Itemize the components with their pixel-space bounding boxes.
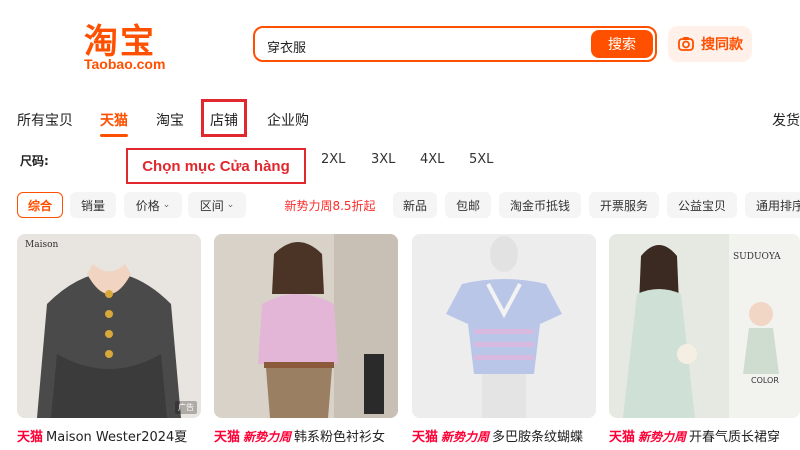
product-title[interactable]: 天猫 新势力周 韩系粉色衬衫女 xyxy=(214,426,400,445)
product-title-text: 多巴胺条纹蝴蝶 xyxy=(492,430,584,445)
search-bar: 搜索 xyxy=(253,26,657,62)
tab-shipping[interactable]: 发货 xyxy=(772,110,800,130)
product-image[interactable]: SUDUOYA COLOR xyxy=(609,234,800,418)
promo-badge: 新势力周 xyxy=(441,430,490,444)
filter-new[interactable]: 新品 xyxy=(393,192,437,218)
camera-icon xyxy=(678,37,694,51)
filter-invoice[interactable]: 开票服务 xyxy=(589,192,659,218)
product-image-blazer xyxy=(17,234,201,418)
annotation-callout: Chọn mục Cửa hàng xyxy=(126,148,306,184)
product-title[interactable]: 天猫 新势力周 多巴胺条纹蝴蝶 xyxy=(412,426,598,445)
tmall-tag: 天猫 xyxy=(412,430,439,445)
shops-tab-highlight-box xyxy=(201,99,247,137)
product-image-pink-shirt xyxy=(214,234,398,418)
tab-tmall[interactable]: 天猫 xyxy=(100,110,128,130)
filter-range-label: 区间 xyxy=(199,198,224,213)
product-title[interactable]: 天猫 新势力周 开春气质长裙穿 xyxy=(609,426,800,445)
filter-promo[interactable]: 新势力周8.5折起 xyxy=(275,192,385,218)
filter-sort-default[interactable]: 综合 xyxy=(17,192,63,218)
product-image[interactable]: Maison 广告 xyxy=(17,234,201,418)
filter-sales[interactable]: 销量 xyxy=(70,192,116,218)
filter-free-shipping[interactable]: 包邮 xyxy=(445,192,491,218)
filter-general-sort[interactable]: 通用排序 xyxy=(745,192,800,218)
product-image[interactable] xyxy=(412,234,596,418)
filter-price[interactable]: 价格 ⌄ xyxy=(124,192,182,218)
brand-watermark: Maison xyxy=(25,240,59,250)
search-input[interactable] xyxy=(265,34,589,58)
active-tab-indicator xyxy=(100,134,128,137)
search-button[interactable]: 搜索 xyxy=(591,30,653,58)
product-title-text: 韩系粉色衬衫女 xyxy=(294,430,386,445)
product-image[interactable] xyxy=(214,234,398,418)
taobao-logo-domain: Taobao.com xyxy=(84,56,166,72)
chevron-down-icon: ⌄ xyxy=(162,200,171,210)
promo-badge: 新势力周 xyxy=(638,430,687,444)
photo-search-label: 搜同款 xyxy=(701,37,743,53)
tab-taobao[interactable]: 淘宝 xyxy=(156,110,184,130)
size-option-5xl[interactable]: 5XL xyxy=(469,152,493,167)
size-label: 尺码: xyxy=(20,154,49,168)
filter-price-label: 价格 xyxy=(135,198,160,213)
filter-range[interactable]: 区间 ⌄ xyxy=(188,192,246,218)
size-option-3xl[interactable]: 3XL xyxy=(371,152,395,167)
product-title[interactable]: 天猫 Maison Wester2024夏 xyxy=(17,426,203,445)
photo-search-button[interactable]: 搜同款 xyxy=(668,26,752,62)
tab-enterprise[interactable]: 企业购 xyxy=(267,110,309,130)
tmall-tag: 天猫 xyxy=(609,430,636,445)
product-title-text: Maison Wester2024夏 xyxy=(46,430,188,445)
promo-badge: 新势力周 xyxy=(243,430,292,444)
size-option-2xl[interactable]: 2XL xyxy=(321,152,345,167)
size-option-4xl[interactable]: 4XL xyxy=(420,152,444,167)
brand-watermark: SUDUOYA xyxy=(733,252,781,262)
tab-all-items[interactable]: 所有宝贝 xyxy=(17,110,73,130)
filter-coins[interactable]: 淘金币抵钱 xyxy=(499,192,581,218)
tmall-tag: 天猫 xyxy=(214,430,241,445)
ad-badge: 广告 xyxy=(175,401,197,414)
tmall-tag: 天猫 xyxy=(17,430,44,445)
product-title-text: 开春气质长裙穿 xyxy=(689,430,781,445)
filter-charity[interactable]: 公益宝贝 xyxy=(667,192,737,218)
chevron-down-icon: ⌄ xyxy=(226,200,235,210)
product-image-striped-top xyxy=(412,234,596,418)
color-label: COLOR xyxy=(751,376,779,385)
